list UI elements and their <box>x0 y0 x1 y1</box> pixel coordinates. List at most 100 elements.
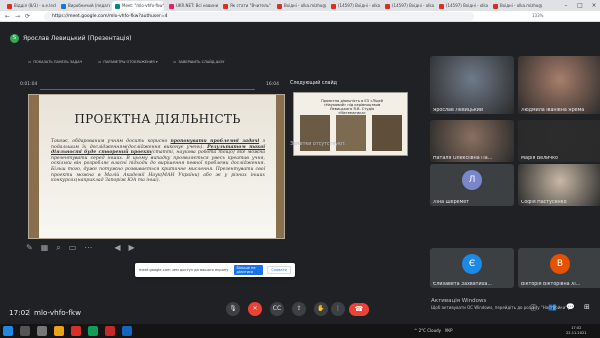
slide-wood-left <box>29 95 39 238</box>
more-options-button[interactable]: ⋮ <box>331 302 345 316</box>
participant-avatar: Є <box>462 254 482 274</box>
sharing-popup: meet.google.com чем доступ до вашого екр… <box>135 263 295 277</box>
participant-video <box>518 56 600 114</box>
reload-icon[interactable]: ⟳ <box>23 12 32 21</box>
app-icon[interactable] <box>122 326 132 336</box>
divider: | <box>28 308 31 316</box>
leave-call-button[interactable]: ☎ <box>349 303 369 316</box>
browser-tab[interactable]: Вхідні - olka.mizho@g <box>490 1 542 11</box>
browser-tab[interactable]: Виробничий (педагогічна) <box>58 1 110 11</box>
tab-label: UKR.NET: Всі новини Україн <box>176 3 218 8</box>
tab-favicon-icon <box>61 3 66 9</box>
raise-hand-button[interactable]: ✋ <box>314 302 328 316</box>
browser-tab[interactable]: Як стати "Вчитель" видання <box>220 1 272 11</box>
presenter-badge-icon: S <box>10 34 19 43</box>
slide-wood-right <box>276 95 284 238</box>
display-params-button[interactable]: ▭ ПАРАМЕТРЫ ОТОБРАЖЕНИЯ ▾ <box>98 60 158 64</box>
monitor-icon: ▭ <box>98 60 102 64</box>
browser-tab[interactable]: Meet: "mlo-vhfo-fkw" <box>112 1 164 11</box>
participant-tile[interactable]: Людмила Іванівна Ярема <box>518 56 600 114</box>
participant-name: Людмила Іванівна Ярема <box>521 108 585 113</box>
grid-icon[interactable]: ▦ <box>41 243 49 253</box>
tab-label: Як стати "Вчитель" видання <box>230 3 272 8</box>
current-time: 16:04 <box>266 82 279 87</box>
browser-tab[interactable]: (14597) Вхідні - olka.mizho@ <box>382 1 434 11</box>
search-icon[interactable] <box>20 326 30 336</box>
camera-off-button[interactable]: ✕ <box>248 302 262 316</box>
participant-tile[interactable]: Ярослав Левицький <box>430 56 514 114</box>
zoom-icon[interactable]: ⌕ <box>56 243 60 253</box>
pen-icon[interactable]: ✎ <box>26 243 33 253</box>
hide-popup-button[interactable]: Сховати <box>267 266 291 274</box>
maximize-icon[interactable]: □ <box>574 0 586 11</box>
elapsed-timer: 0:01:04 <box>20 82 38 87</box>
participant-name: Ліна Шеремет <box>433 200 469 205</box>
tab-label: (14597) Вхідні - olka.mizho@ <box>338 3 380 8</box>
tab-label: Вхідні - olka.mizho@g <box>500 3 542 8</box>
url-field[interactable]: https://meet.google.com/mlo-vhfo-fkw?aut… <box>44 12 474 21</box>
participant-name: Марія Величко <box>521 156 558 161</box>
close-icon[interactable]: × <box>588 0 600 11</box>
app-icon[interactable] <box>71 326 81 336</box>
tab-favicon-icon <box>439 3 444 9</box>
zoom-level[interactable]: 133% <box>532 13 543 18</box>
end-slideshow-button[interactable]: ▭ ЗАВЕРШИТЬ СЛАЙД-ШОУ <box>173 60 224 64</box>
presenter-tools: ✎ ▦ ⌕ ▭ ⋯ ◀ ▶ <box>26 243 135 253</box>
stop-icon: ▭ <box>173 60 177 64</box>
participant-avatar: В <box>550 254 570 274</box>
participant-name: Наталя Олексіївна Па... <box>433 156 493 161</box>
more-icon[interactable]: ⋯ <box>84 243 92 253</box>
present-button[interactable]: ⇪ <box>292 302 306 316</box>
participant-name: Софія Настусенко <box>521 200 567 205</box>
activate-windows-watermark: Активація Windows Щоб активувати ОС Wind… <box>431 298 569 310</box>
presentation-area: ▭ ПОКАЗАТЬ ПАНЕЛЬ ЗАДАЧ ▭ ПАРАМЕТРЫ ОТОБРА… <box>18 60 285 275</box>
participant-name: Вікторія Вікторівна Хі... <box>521 282 581 287</box>
tab-label: (14597) Вхідні - olka.mizho@ <box>446 3 488 8</box>
participant-video <box>430 56 514 114</box>
prev-slide-icon[interactable]: ◀ <box>114 243 120 253</box>
popup-message: meet.google.com чем доступ до вашого екр… <box>139 268 230 272</box>
browser-tab[interactable]: Відділ (8/3) - o.e.lechpoltu <box>4 1 56 11</box>
start-icon[interactable] <box>3 326 13 336</box>
slide-body: Також, обдарованим учням досить корисно … <box>51 139 266 184</box>
tab-favicon-icon <box>493 3 498 9</box>
taskview-icon[interactable] <box>37 326 47 336</box>
browser-tab[interactable]: (14597) Вхідні - olka.mizho@ <box>328 1 380 11</box>
app-icon[interactable] <box>105 326 115 336</box>
tab-favicon-icon <box>331 3 336 9</box>
captions-button[interactable]: CC <box>270 302 284 316</box>
browser-tab[interactable]: UKR.NET: Всі новини Україн <box>166 1 218 11</box>
system-tray[interactable]: ^ 2°C Cloudy УКР <box>414 328 453 333</box>
participant-tile[interactable]: Марія Величко <box>518 120 600 162</box>
screen-icon[interactable]: ▭ <box>69 243 77 253</box>
back-icon[interactable]: ← <box>3 12 12 21</box>
taskbar-icon: ▭ <box>28 60 32 64</box>
taskbar-clock[interactable]: 17:02 22.11.2021 <box>566 326 587 335</box>
participant-tile[interactable]: Наталя Олексіївна Па... <box>430 120 514 162</box>
forward-icon[interactable]: → <box>13 12 22 21</box>
tab-favicon-icon <box>277 3 282 9</box>
stop-sharing-button[interactable]: Більше не ділитися <box>233 265 264 275</box>
browser-tab[interactable]: Вхідні - olka.mizho@g <box>274 1 326 11</box>
chrome-icon[interactable] <box>88 326 98 336</box>
mic-button[interactable]: 🎙 <box>226 302 240 316</box>
tab-label: (14597) Вхідні - olka.mizho@ <box>392 3 434 8</box>
minimize-icon[interactable]: – <box>560 0 572 11</box>
slide-title: ПРОЕКТНА ДІЯЛЬНІСТЬ <box>74 112 241 126</box>
tab-label: Вхідні - olka.mizho@g <box>284 3 326 8</box>
tab-favicon-icon <box>115 3 120 9</box>
tab-favicon-icon <box>223 3 228 9</box>
explorer-icon[interactable] <box>54 326 64 336</box>
participant-tile[interactable]: Софія Настусенко <box>518 164 600 206</box>
next-slide-title: Проектна діяльність в ЕЗ «Ліцей «Наукови… <box>321 99 383 115</box>
participant-tile[interactable]: Є Єлизавета Захватиха... <box>430 248 514 288</box>
next-slide-icon[interactable]: ▶ <box>128 243 134 253</box>
tab-label: Відділ (8/3) - o.e.lechpoltu <box>14 3 56 8</box>
participant-tile[interactable]: В Вікторія Вікторівна Хі... <box>518 248 600 288</box>
tab-favicon-icon <box>169 3 174 9</box>
activities-icon[interactable]: ⊞ <box>584 303 590 311</box>
show-taskbar-button[interactable]: ▭ ПОКАЗАТЬ ПАНЕЛЬ ЗАДАЧ <box>28 60 82 64</box>
participant-tile[interactable]: Л Ліна Шеремет <box>430 164 514 206</box>
tab-label: Виробничий (педагогічна) <box>68 3 110 8</box>
browser-tab[interactable]: (14597) Вхідні - olka.mizho@ <box>436 1 488 11</box>
